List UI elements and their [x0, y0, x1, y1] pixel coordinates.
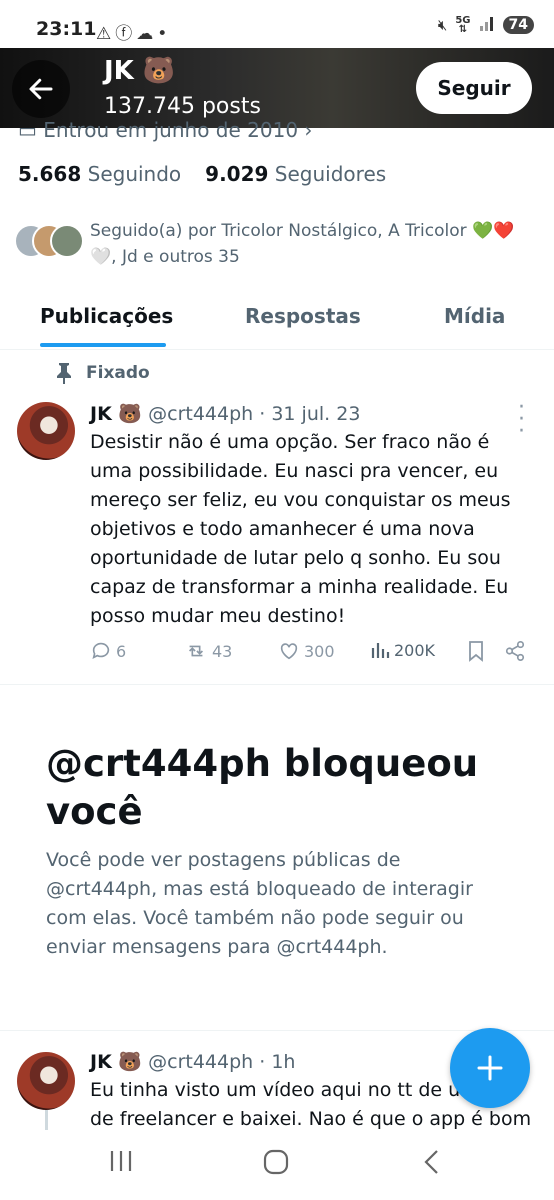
- back-arrow-icon: [29, 78, 53, 100]
- tweet-date[interactable]: · 31 jul. 23: [259, 403, 360, 425]
- header-post-count: 137.745 posts: [104, 94, 261, 119]
- back-button[interactable]: [12, 60, 70, 118]
- reply-icon: [92, 642, 110, 659]
- followers-stat[interactable]: 9.029 Seguidores: [205, 162, 386, 186]
- share-button[interactable]: [504, 640, 526, 662]
- back-nav-button[interactable]: [420, 1148, 444, 1180]
- tab-respostas[interactable]: Respostas: [245, 304, 361, 328]
- followed-by[interactable]: Seguido(a) por Tricolor Nostálgico, A Tr…: [14, 216, 544, 274]
- home-icon: [263, 1149, 289, 1175]
- pinned-label: Fixado: [54, 362, 150, 384]
- thread-line: [45, 1110, 48, 1130]
- profile-tabs: Publicações Respostas Mídia: [0, 290, 554, 350]
- retweet-button[interactable]: 43: [184, 640, 232, 662]
- plus-icon: [477, 1055, 503, 1081]
- follow-stats: 5.668 Seguindo 9.029 Seguidores: [18, 162, 386, 186]
- system-navigation-bar: [0, 1132, 554, 1200]
- pin-icon: [57, 363, 71, 384]
- calendar-icon: ▭: [18, 118, 37, 142]
- divider: [0, 684, 554, 685]
- status-left-icons: ⚠ⓕ☁•: [96, 19, 171, 44]
- status-bar: 23:11 ⚠ⓕ☁• 🔇︎ 5G ⇅ 74: [0, 0, 554, 48]
- avatar: [50, 224, 84, 258]
- signal-icon: [479, 15, 495, 35]
- blocked-description: Você pode ver postagens públicas de @crt…: [46, 849, 473, 958]
- profile-header: JK 🐻 137.745 posts Seguir: [0, 48, 554, 128]
- follow-button[interactable]: Seguir: [416, 62, 532, 114]
- followed-by-text: Seguido(a) por Tricolor Nostálgico, A Tr…: [90, 221, 515, 267]
- chevron-right-icon: ›: [304, 118, 313, 142]
- status-right: 🔇︎ 5G ⇅ 74: [438, 15, 534, 35]
- tweet-author-handle[interactable]: @crt444ph: [148, 1051, 253, 1073]
- blocked-title: @crt444ph bloqueou você: [46, 742, 479, 833]
- network-icon: 5G ⇅: [455, 15, 471, 35]
- warning-icon: ⚠: [96, 24, 116, 44]
- tweet-header: JK 🐻 @crt444ph · 31 jul. 23: [90, 402, 360, 425]
- header-name: JK 🐻: [104, 56, 176, 86]
- share-icon: [505, 641, 525, 661]
- tab-midia[interactable]: Mídia: [444, 304, 505, 328]
- tweet-author-handle[interactable]: @crt444ph: [148, 403, 253, 425]
- tweet-time[interactable]: · 1h: [259, 1051, 295, 1073]
- compose-button[interactable]: [450, 1028, 530, 1108]
- bookmark-button[interactable]: [466, 640, 486, 662]
- recents-icon: [110, 1151, 132, 1171]
- tweet-author-name[interactable]: JK 🐻: [90, 403, 142, 425]
- followed-by-avatars: [14, 224, 86, 260]
- following-stat[interactable]: 5.668 Seguindo: [18, 162, 181, 186]
- tab-publicacoes[interactable]: Publicações: [40, 304, 173, 328]
- retweet-icon: [188, 645, 204, 657]
- tweet-text: Desistir não é uma opção. Ser fraco não …: [90, 431, 511, 627]
- reply-button[interactable]: 6: [90, 640, 126, 662]
- tweet-actions: 6 43 300 200K: [90, 640, 530, 668]
- bookmark-icon: [469, 641, 483, 662]
- tweet-author-avatar[interactable]: [17, 402, 75, 460]
- views-icon: [371, 643, 390, 658]
- active-tab-indicator: [40, 343, 166, 347]
- recent-apps-button[interactable]: [108, 1148, 134, 1178]
- views-button[interactable]: 200K: [370, 640, 435, 660]
- divider: [0, 1030, 554, 1031]
- heart-icon: [280, 643, 298, 660]
- battery-indicator: 74: [502, 16, 534, 34]
- like-button[interactable]: 300: [278, 640, 335, 662]
- mute-icon: 🔇︎: [437, 16, 448, 34]
- cloud-icon: ☁: [136, 24, 158, 44]
- tweet-header: JK 🐻 @crt444ph · 1h: [90, 1050, 295, 1073]
- chevron-left-icon: [424, 1150, 438, 1174]
- tweet-author-name[interactable]: JK 🐻: [90, 1051, 142, 1073]
- status-time: 23:11: [36, 18, 97, 40]
- joined-date: ▭ Entrou em junho de 2010 ›: [18, 118, 313, 142]
- dot-icon: •: [157, 24, 172, 44]
- facebook-icon: ⓕ: [115, 24, 137, 44]
- home-button[interactable]: [262, 1148, 290, 1180]
- tweet-author-avatar[interactable]: [17, 1052, 75, 1110]
